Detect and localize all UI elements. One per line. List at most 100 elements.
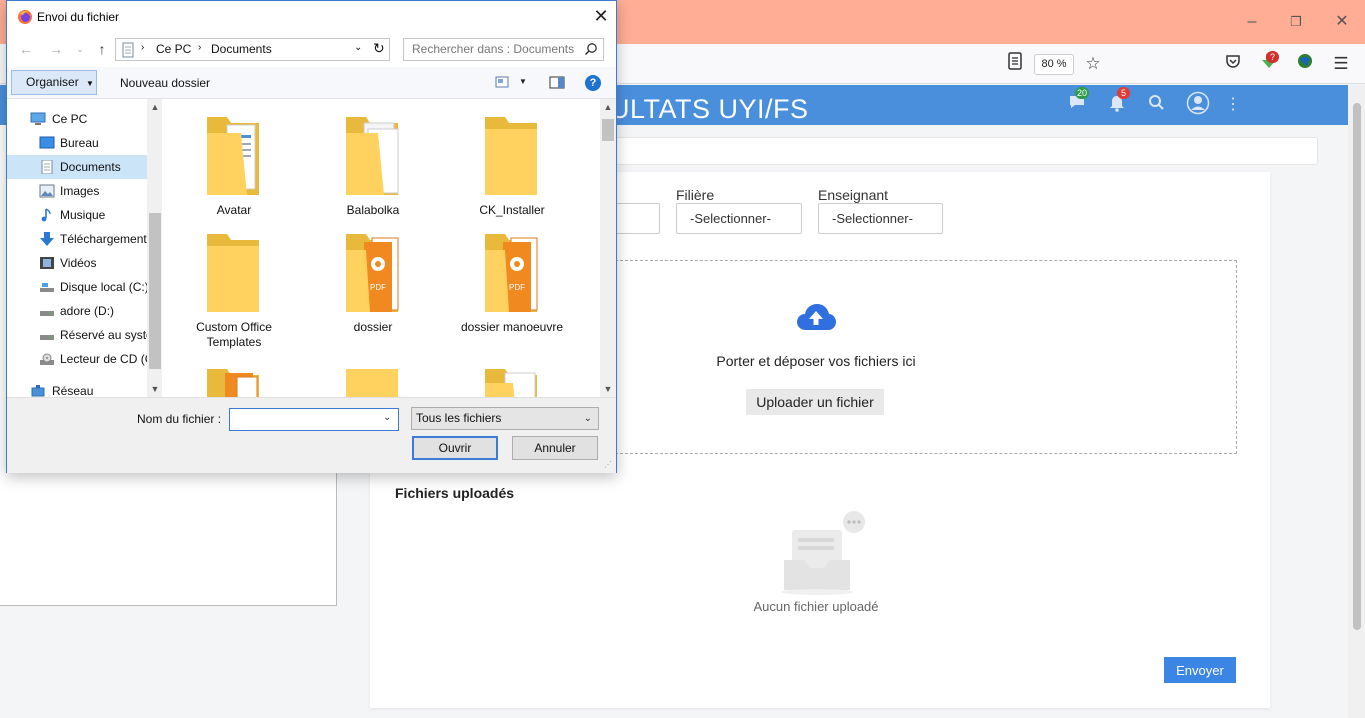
nav-label: Disque local (C:)	[60, 280, 147, 294]
address-dropdown-icon[interactable]: ⌄	[354, 42, 362, 53]
dialog-title: Envoi du fichier	[37, 10, 120, 24]
nav-item-images[interactable]: Images	[7, 179, 147, 203]
scroll-up-icon[interactable]: ▲	[600, 99, 616, 115]
minimize-icon[interactable]: –	[1237, 10, 1267, 34]
breadcrumb-documents[interactable]: Documents	[211, 42, 272, 56]
nav-label: Bureau	[60, 136, 99, 150]
network-icon	[31, 385, 45, 397]
help-icon[interactable]: ?	[585, 75, 601, 91]
dropzone-text: Porter et déposer vos fichiers ici	[716, 353, 916, 369]
page-scrollbar[interactable]	[1348, 85, 1365, 718]
app-title: ULTATS UYI/FS	[610, 94, 809, 124]
preview-pane-icon[interactable]	[549, 76, 565, 92]
nav-label: Lecteur de CD (G:)	[60, 352, 147, 366]
pocket-icon[interactable]	[1221, 52, 1245, 76]
documents-icon	[122, 42, 134, 58]
resize-grip-icon[interactable]: ⋰	[604, 460, 612, 469]
new-folder-button[interactable]: Nouveau dossier	[120, 76, 210, 90]
search-icon[interactable]	[1145, 94, 1167, 116]
file-name: CK_Installer	[479, 203, 545, 217]
zoom-level[interactable]: 80 %	[1034, 54, 1074, 75]
file-open-dialog: Envoi du fichier ✕ ← → ⌄ ↑ › Ce PC › Doc…	[6, 0, 617, 473]
documents-icon	[41, 160, 53, 174]
download-badge: ?	[1266, 51, 1279, 63]
open-button[interactable]: Ouvrir	[412, 436, 498, 460]
folder-docs-icon	[207, 117, 259, 195]
chat-count-badge: 20	[1075, 87, 1090, 99]
reader-view-icon[interactable]	[1003, 52, 1027, 76]
more-vertical-icon[interactable]: ⋮	[1222, 94, 1244, 116]
nav-item-bureau[interactable]: Bureau	[7, 131, 147, 155]
nav-item-musique[interactable]: Musique	[7, 203, 147, 227]
nav-item-telechargements[interactable]: Téléchargements	[7, 227, 147, 251]
view-options-icon[interactable]	[495, 76, 509, 91]
view-dropdown-icon[interactable]: ▼	[519, 77, 527, 86]
breadcrumb-ce-pc[interactable]: Ce PC	[156, 42, 191, 56]
file-item-partial[interactable]	[452, 367, 572, 397]
empty-state-text: Aucun fichier uploadé	[753, 599, 879, 614]
enseignant-label: Enseignant	[818, 187, 889, 203]
file-item-dossier-manoeuvre[interactable]: PDF dossier manoeuvre	[452, 232, 572, 335]
filename-label: Nom du fichier :	[137, 412, 222, 426]
refresh-icon[interactable]: ↻	[373, 40, 385, 57]
up-arrow-icon[interactable]: ↑	[93, 39, 111, 59]
filename-dropdown-icon[interactable]: ⌄	[383, 412, 391, 423]
svg-text:PDF: PDF	[509, 283, 525, 292]
forward-arrow-icon[interactable]: →	[47, 39, 65, 59]
file-item-partial[interactable]	[313, 367, 433, 397]
restore-icon[interactable]: ❐	[1281, 10, 1311, 34]
close-icon[interactable]: ✕	[589, 5, 613, 27]
scroll-up-icon[interactable]: ▲	[147, 99, 163, 115]
globe-extension-icon[interactable]	[1293, 52, 1317, 76]
video-icon	[40, 257, 54, 269]
file-item-balabolka[interactable]: Balabolka	[313, 115, 433, 218]
filiere-label: Filière	[676, 187, 715, 203]
upload-file-button[interactable]: Uploader un fichier	[746, 389, 884, 415]
filetype-value: Tous les fichiers	[416, 411, 502, 425]
chevron-down-icon: ⌄	[583, 413, 592, 424]
nav-item-lecteur-cd[interactable]: Lecteur de CD (G:)	[7, 347, 147, 371]
nav-item-reserve[interactable]: Réservé au système	[7, 323, 147, 347]
nav-item-documents[interactable]: Documents	[7, 155, 147, 179]
organiser-button[interactable]: Organiser ▼	[11, 70, 97, 95]
file-item-avatar[interactable]: Avatar	[174, 115, 294, 218]
file-name: dossier	[353, 320, 393, 334]
send-button[interactable]: Envoyer	[1164, 657, 1236, 683]
top-strip	[600, 137, 1318, 165]
cancel-button[interactable]: Annuler	[512, 436, 598, 460]
nav-item-disque-c[interactable]: Disque local (C:)	[7, 275, 147, 299]
file-item-ck-installer[interactable]: CK_Installer	[452, 115, 572, 218]
file-item-dossier[interactable]: PDF dossier	[313, 232, 433, 335]
file-item-custom-office-templates[interactable]: Custom Office Templates	[174, 232, 294, 350]
nav-item-adore-d[interactable]: adore (D:)	[7, 299, 147, 323]
scroll-down-icon[interactable]: ▼	[600, 381, 616, 397]
nav-label: Ce PC	[52, 112, 88, 126]
notification-count-badge: 5	[1117, 87, 1130, 99]
nav-item-videos[interactable]: Vidéos	[7, 251, 147, 275]
filetype-select[interactable]: Tous les fichiers ⌄	[411, 407, 599, 430]
dialog-search-input[interactable]: Rechercher dans : Documents	[403, 38, 604, 61]
dropdown-triangle-icon: ▼	[86, 79, 94, 88]
nav-scrollbar[interactable]: ▲ ▼	[147, 99, 163, 397]
hamburger-menu-icon[interactable]: ☰	[1329, 52, 1353, 76]
recent-locations-icon[interactable]: ⌄	[71, 39, 89, 59]
file-name: Custom Office Templates	[196, 320, 272, 349]
download-icon	[40, 232, 54, 246]
file-item-partial[interactable]	[174, 367, 294, 397]
file-list-scrollbar[interactable]: ▲ ▼	[600, 99, 616, 397]
filiere-select[interactable]: -Selectionner-	[676, 203, 802, 234]
empty-inbox-icon	[781, 511, 865, 595]
enseignant-select[interactable]: -Selectionner-	[818, 203, 943, 234]
scroll-down-icon[interactable]: ▼	[147, 381, 163, 397]
folder-pdf-icon: PDF	[346, 234, 399, 312]
nav-item-ce-pc[interactable]: Ce PC	[7, 107, 147, 131]
file-name: dossier manoeuvre	[460, 320, 564, 334]
filename-input[interactable]	[229, 408, 399, 431]
back-arrow-icon[interactable]: ←	[17, 39, 35, 59]
bookmark-star-icon[interactable]: ☆	[1081, 52, 1105, 76]
user-avatar-icon[interactable]	[1185, 91, 1211, 117]
close-window-icon[interactable]: ✕	[1327, 10, 1357, 34]
computer-icon	[30, 112, 46, 125]
nav-label: Musique	[60, 208, 106, 222]
address-bar[interactable]: › Ce PC › Documents ⌄ ↻	[115, 38, 390, 61]
